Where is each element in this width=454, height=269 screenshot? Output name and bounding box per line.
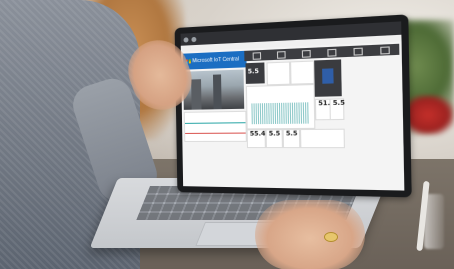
kpi-tile-7: 5.5 [265,129,283,149]
app-user-icon[interactable] [191,36,197,42]
kpi-tile-8: 5.5 [282,129,301,149]
kpi-tile-5: 5.5 [329,98,345,121]
line-chart-tile [245,83,316,130]
toolbar-icon-5[interactable] [353,47,364,56]
kpi-value: 5.5 [247,67,259,76]
kpi-tile-6: 55.4 [246,129,266,149]
photo-scene: Microsoft IoT Central 5.5 51.1 5.5 55.4 … [0,0,454,269]
kpi-value: 55.4 [249,130,266,138]
app-menu-icon[interactable] [183,36,189,43]
kpi-value: 5.5 [332,99,345,108]
toolbar-icon-2[interactable] [276,50,286,59]
device-icon [322,68,334,84]
device-image-tile [314,59,342,97]
kpi-tile-2 [266,61,291,86]
dashboard: Microsoft IoT Central 5.5 51.1 5.5 55.4 … [181,41,405,190]
kpi-value: 5.5 [268,130,281,138]
toolbar-icon-6[interactable] [380,45,391,54]
building-2 [212,74,222,110]
chart-bars [251,102,310,125]
kpi-tile-3 [290,60,315,85]
ring [324,232,338,242]
app-title: Microsoft IoT Central [192,56,240,65]
teal-series [184,122,246,124]
dark-kpi-tile: 5.5 [245,62,265,84]
toolbar-icon-1[interactable] [252,51,261,60]
toolbar-icon-4[interactable] [327,48,337,57]
toolbar-icon-3[interactable] [301,49,311,58]
brand-banner: Microsoft IoT Central [182,50,247,70]
right-hand [255,200,365,269]
kpi-value: 5.5 [285,130,298,138]
kpi-value: 51.1 [318,99,335,108]
laptop-screen-frame: Microsoft IoT Central 5.5 51.1 5.5 55.4 … [174,14,412,198]
bottom-chart-tile [299,128,346,149]
history-chart-tile [183,110,247,142]
red-series [185,132,246,134]
laptop-screen: Microsoft IoT Central 5.5 51.1 5.5 55.4 … [180,21,405,191]
building-1 [191,79,202,110]
